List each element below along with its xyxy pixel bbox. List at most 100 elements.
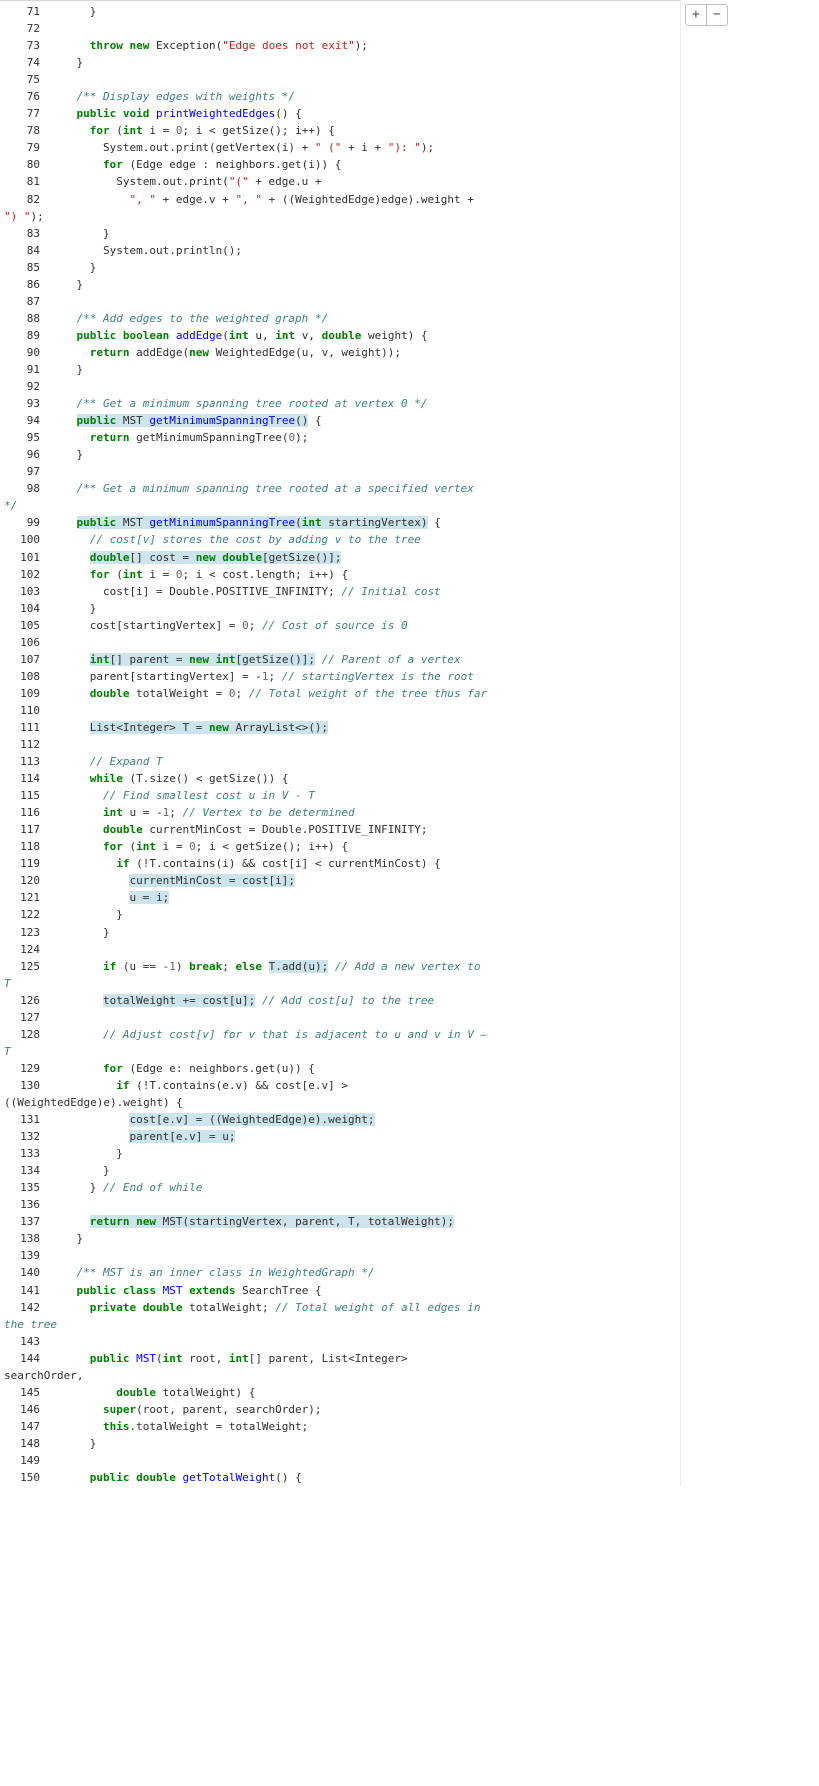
line-number: 73 bbox=[4, 37, 50, 54]
line-number: 136 bbox=[4, 1196, 50, 1213]
line-number: 128 bbox=[4, 1026, 50, 1043]
code-line: } bbox=[50, 227, 110, 240]
line-number: 80 bbox=[4, 156, 50, 173]
code-line: } bbox=[50, 56, 83, 69]
line-number: 93 bbox=[4, 395, 50, 412]
code-line: // cost[v] stores the cost by adding v t… bbox=[50, 533, 421, 546]
code-line: /** Display edges with weights */ bbox=[50, 90, 295, 103]
line-number: 92 bbox=[4, 378, 50, 395]
line-number: 140 bbox=[4, 1264, 50, 1281]
code-line: } bbox=[50, 1437, 96, 1450]
code-line: if (!T.contains(e.v) && cost[e.v] > bbox=[50, 1079, 355, 1092]
line-number: 77 bbox=[4, 105, 50, 122]
line-number: 139 bbox=[4, 1247, 50, 1264]
line-number: 117 bbox=[4, 821, 50, 838]
line-number: 101 bbox=[4, 549, 50, 566]
code-line: parent[startingVertex] = -1; // starting… bbox=[50, 670, 474, 683]
code-line: } bbox=[50, 926, 110, 939]
line-number: 78 bbox=[4, 122, 50, 139]
code-line: } bbox=[50, 363, 83, 376]
code-line-wrap: searchOrder, bbox=[4, 1369, 83, 1382]
line-number: 96 bbox=[4, 446, 50, 463]
line-number: 116 bbox=[4, 804, 50, 821]
code-line: public double getTotalWeight() { bbox=[50, 1471, 302, 1484]
code-line: } bbox=[50, 5, 96, 18]
code-listing: 71 } 72 73 throw new Exception("Edge doe… bbox=[0, 3, 680, 1486]
line-number: 94 bbox=[4, 412, 50, 429]
line-number: 133 bbox=[4, 1145, 50, 1162]
code-line: public boolean addEdge(int u, int v, dou… bbox=[50, 329, 428, 342]
line-number: 98 bbox=[4, 480, 50, 497]
code-line: public void printWeightedEdges() { bbox=[50, 107, 302, 120]
line-number: 129 bbox=[4, 1060, 50, 1077]
code-line: public MST(int root, int[] parent, List<… bbox=[50, 1352, 414, 1365]
code-line: cost[e.v] = ((WeightedEdge)e).weight; bbox=[50, 1113, 375, 1126]
code-line: } // End of while bbox=[50, 1181, 202, 1194]
code-line: for (int i = 0; i < getSize(); i++) { bbox=[50, 124, 335, 137]
line-number: 88 bbox=[4, 310, 50, 327]
line-number: 72 bbox=[4, 20, 50, 37]
line-number: 109 bbox=[4, 685, 50, 702]
code-line-wrap: ((WeightedEdge)e).weight) { bbox=[4, 1096, 183, 1109]
line-number: 142 bbox=[4, 1299, 50, 1316]
code-line: } bbox=[50, 1232, 83, 1245]
line-number: 125 bbox=[4, 958, 50, 975]
line-number: 132 bbox=[4, 1128, 50, 1145]
code-line: for (int i = 0; i < cost.length; i++) { bbox=[50, 568, 348, 581]
code-line: } bbox=[50, 1147, 123, 1160]
line-number: 143 bbox=[4, 1333, 50, 1350]
line-number: 84 bbox=[4, 242, 50, 259]
code-line: double totalWeight = 0; // Total weight … bbox=[50, 687, 487, 700]
line-number: 106 bbox=[4, 634, 50, 651]
code-line: u = i; bbox=[50, 891, 169, 904]
code-line: parent[e.v] = u; bbox=[50, 1130, 235, 1143]
line-number: 104 bbox=[4, 600, 50, 617]
line-number: 115 bbox=[4, 787, 50, 804]
line-number: 75 bbox=[4, 71, 50, 88]
zoom-in-button[interactable]: + bbox=[686, 5, 707, 25]
code-line: return addEdge(new WeightedEdge(u, v, we… bbox=[50, 346, 401, 359]
code-line-wrap: T bbox=[4, 1045, 11, 1058]
code-line: double totalWeight) { bbox=[50, 1386, 255, 1399]
line-number: 82 bbox=[4, 191, 50, 208]
line-number: 87 bbox=[4, 293, 50, 310]
code-line: for (Edge edge : neighbors.get(i)) { bbox=[50, 158, 341, 171]
line-number: 146 bbox=[4, 1401, 50, 1418]
code-line: } bbox=[50, 278, 83, 291]
code-line: System.out.println(); bbox=[50, 244, 242, 257]
line-number: 127 bbox=[4, 1009, 50, 1026]
code-line: if (!T.contains(i) && cost[i] < currentM… bbox=[50, 857, 441, 870]
line-number: 79 bbox=[4, 139, 50, 156]
code-line: ", " + edge.v + ", " + ((WeightedEdge)ed… bbox=[50, 193, 481, 206]
line-number: 107 bbox=[4, 651, 50, 668]
line-number: 71 bbox=[4, 3, 50, 20]
line-number: 81 bbox=[4, 173, 50, 190]
code-line-wrap: ") "); bbox=[4, 210, 44, 223]
code-line: super(root, parent, searchOrder); bbox=[50, 1403, 322, 1416]
line-number: 105 bbox=[4, 617, 50, 634]
zoom-out-button[interactable]: − bbox=[707, 5, 727, 25]
code-line: /** Get a minimum spanning tree rooted a… bbox=[50, 397, 428, 410]
code-line: List<Integer> T = new ArrayList<>(); bbox=[50, 721, 328, 734]
line-number: 141 bbox=[4, 1282, 50, 1299]
line-number: 74 bbox=[4, 54, 50, 71]
code-line: double[] cost = new double[getSize()]; bbox=[50, 551, 341, 564]
line-number: 95 bbox=[4, 429, 50, 446]
line-number: 90 bbox=[4, 344, 50, 361]
line-number: 124 bbox=[4, 941, 50, 958]
code-line: // Adjust cost[v] for v that is adjacent… bbox=[50, 1028, 494, 1041]
line-number: 83 bbox=[4, 225, 50, 242]
code-line: cost[startingVertex] = 0; // Cost of sou… bbox=[50, 619, 408, 632]
line-number: 134 bbox=[4, 1162, 50, 1179]
code-area[interactable]: 71 } 72 73 throw new Exception("Edge doe… bbox=[0, 0, 680, 1486]
line-number: 130 bbox=[4, 1077, 50, 1094]
code-line: double currentMinCost = Double.POSITIVE_… bbox=[50, 823, 428, 836]
line-number: 137 bbox=[4, 1213, 50, 1230]
line-number: 108 bbox=[4, 668, 50, 685]
code-line: } bbox=[50, 602, 96, 615]
code-line: // Expand T bbox=[50, 755, 163, 768]
code-line: throw new Exception("Edge does not exit"… bbox=[50, 39, 368, 52]
code-line: System.out.print(getVertex(i) + " (" + i… bbox=[50, 141, 434, 154]
code-line: /** Add edges to the weighted graph */ bbox=[50, 312, 328, 325]
line-number: 122 bbox=[4, 906, 50, 923]
